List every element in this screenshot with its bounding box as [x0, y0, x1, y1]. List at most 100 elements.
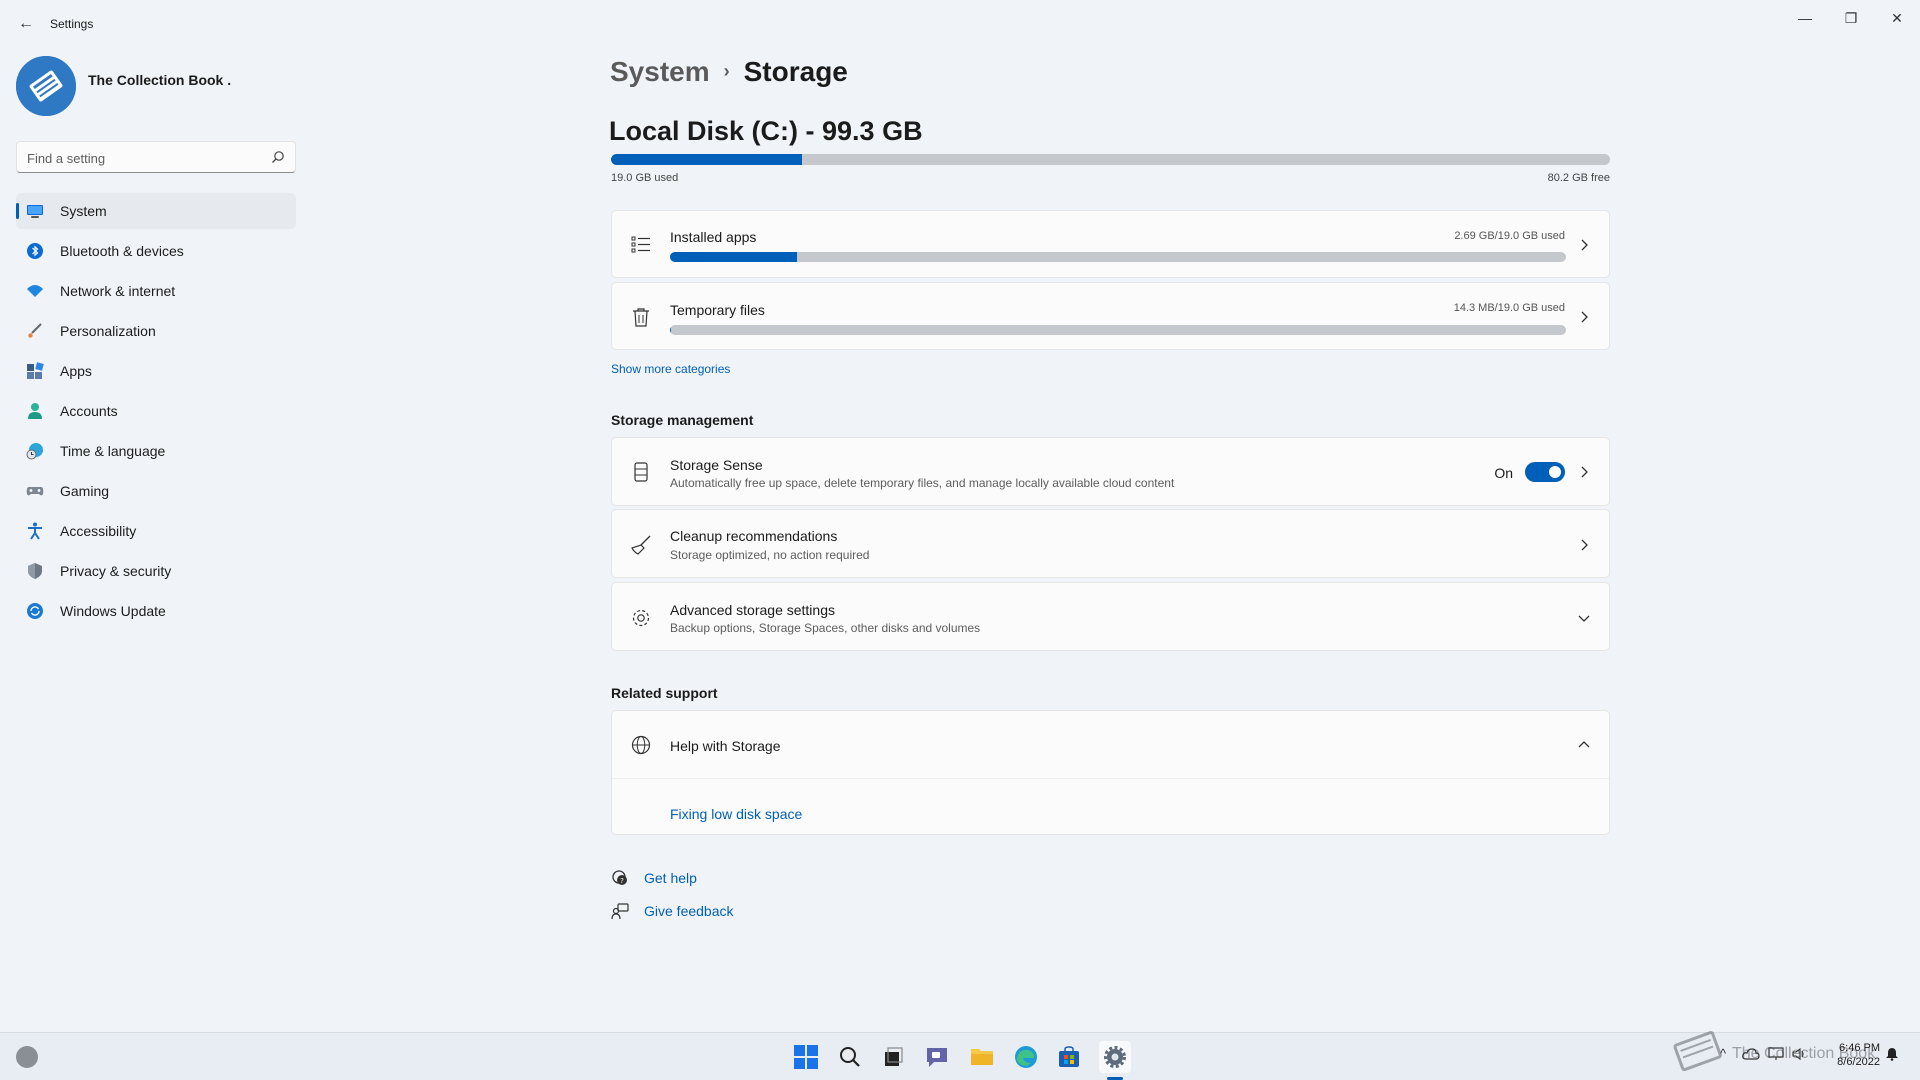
show-more-categories-link[interactable]: Show more categories — [611, 362, 730, 376]
sidebar-item-label: Gaming — [60, 483, 110, 499]
wifi-icon — [27, 285, 43, 297]
teams-chat-button[interactable] — [921, 1041, 953, 1073]
search-box[interactable] — [16, 141, 296, 173]
breadcrumb-parent[interactable]: System — [610, 56, 710, 87]
installed-apps-card[interactable]: Installed apps 2.69 GB/19.0 GB used — [611, 210, 1610, 278]
sidebar-item-bluetooth[interactable]: Bluetooth & devices — [16, 233, 296, 269]
profile-name: The Collection Book . — [88, 72, 232, 88]
sidebar-item-apps[interactable]: Apps — [16, 353, 296, 389]
page-title: Storage — [743, 56, 848, 87]
category-title: Temporary files — [670, 302, 765, 318]
category-title: Installed apps — [670, 229, 757, 245]
storage-sense-state: On — [1494, 465, 1513, 481]
gamepad-icon — [26, 487, 44, 496]
sidebar-item-gaming[interactable]: Gaming — [16, 473, 296, 509]
search-input[interactable] — [27, 149, 257, 167]
breadcrumb: System › Storage — [610, 56, 848, 88]
sidebar-item-time-language[interactable]: Time & language — [16, 433, 296, 469]
sidebar-item-personalization[interactable]: Personalization — [16, 313, 296, 349]
category-usage-bar — [670, 325, 1566, 335]
show-hidden-icons-chevron[interactable]: ^ — [1720, 1046, 1726, 1061]
sidebar-item-accessibility[interactable]: Accessibility — [16, 513, 296, 549]
category-usage: 14.3 MB/19.0 GB used — [1453, 302, 1565, 314]
advanced-storage-settings-card[interactable]: Advanced storage settings Backup options… — [611, 582, 1610, 651]
temporary-files-card[interactable]: Temporary files 14.3 MB/19.0 GB used — [611, 282, 1610, 350]
trash-icon — [633, 308, 649, 327]
store-icon — [1059, 1046, 1079, 1067]
category-usage-fill — [670, 325, 672, 335]
sidebar-item-network[interactable]: Network & internet — [16, 273, 296, 309]
related-support-heading: Related support — [611, 685, 718, 701]
start-button[interactable] — [790, 1041, 822, 1073]
broom-icon — [631, 535, 651, 555]
cleanup-recommendations-card[interactable]: Cleanup recommendations Storage optimize… — [611, 509, 1610, 578]
notification-bell-icon[interactable] — [1885, 1047, 1899, 1061]
help-with-storage-card: Help with Storage Fixing low disk space — [611, 710, 1610, 835]
edge-browser-button[interactable] — [1010, 1041, 1042, 1073]
disk-free-label: 80.2 GB free — [1547, 172, 1610, 184]
person-icon — [28, 403, 42, 419]
chevron-down-icon[interactable] — [1577, 611, 1591, 625]
sidebar-item-label: Personalization — [60, 323, 156, 339]
category-usage-bar — [670, 252, 1566, 262]
sidebar-item-accounts[interactable]: Accounts — [16, 393, 296, 429]
apps-icon — [27, 362, 44, 379]
help-with-storage-title[interactable]: Help with Storage — [670, 738, 781, 754]
cloud-icon[interactable] — [1742, 1047, 1760, 1061]
get-help-link[interactable]: Get help — [644, 870, 697, 886]
category-usage: 2.69 GB/19.0 GB used — [1454, 230, 1565, 242]
user-profile[interactable]: The Collection Book . — [16, 56, 296, 120]
settings-app-button[interactable] — [1099, 1041, 1131, 1073]
clock[interactable]: 6:46 PM 8/6/2022 — [1810, 1041, 1880, 1069]
bluetooth-icon — [27, 243, 43, 259]
minimize-button[interactable]: — — [1782, 4, 1828, 32]
help-chat-icon: ? — [612, 870, 627, 885]
edge-icon — [1015, 1046, 1037, 1068]
search-icon[interactable] — [271, 150, 285, 164]
sidebar-nav: System Bluetooth & devices Network & int… — [16, 193, 296, 633]
storage-sense-toggle[interactable] — [1525, 462, 1565, 482]
chat-icon — [927, 1048, 947, 1067]
breadcrumb-separator: › — [723, 61, 730, 81]
chevron-right-icon — [1581, 239, 1588, 251]
chevron-right-icon — [1581, 539, 1588, 551]
advanced-storage-subtitle: Backup options, Storage Spaces, other di… — [670, 621, 981, 635]
file-explorer-button[interactable] — [966, 1041, 998, 1073]
help-link-row: Fixing low disk space — [612, 779, 1609, 835]
network-icon[interactable] — [1768, 1047, 1784, 1061]
taskbar-search-button[interactable] — [834, 1041, 866, 1073]
give-feedback-link[interactable]: Give feedback — [644, 903, 734, 919]
cleanup-subtitle: Storage optimized, no action required — [670, 548, 870, 562]
sidebar-item-label: System — [60, 203, 107, 219]
volume-icon[interactable] — [1792, 1047, 1808, 1061]
back-button[interactable]: ← — [14, 12, 38, 36]
close-button[interactable]: ✕ — [1874, 4, 1920, 32]
taskbar — [0, 1032, 1920, 1080]
search-icon — [840, 1047, 860, 1067]
drive-icon — [634, 462, 648, 482]
microsoft-store-button[interactable] — [1053, 1041, 1085, 1073]
sidebar-item-privacy[interactable]: Privacy & security — [16, 553, 296, 589]
task-view-button[interactable] — [877, 1041, 909, 1073]
gear-icon — [1104, 1046, 1126, 1068]
clock-time: 6:46 PM — [1839, 1042, 1880, 1054]
sidebar-item-system[interactable]: System — [16, 193, 296, 229]
chevron-up-icon[interactable] — [1577, 738, 1591, 752]
advanced-storage-title: Advanced storage settings — [670, 602, 835, 618]
fixing-low-disk-space-link[interactable]: Fixing low disk space — [670, 806, 802, 822]
disk-usage-fill — [611, 154, 802, 165]
avatar — [16, 56, 76, 116]
gear-icon — [632, 609, 650, 627]
sidebar-item-windows-update[interactable]: Windows Update — [16, 593, 296, 629]
storage-sense-card[interactable]: Storage Sense Automatically free up spac… — [611, 437, 1610, 506]
task-view-icon — [885, 1047, 903, 1066]
shield-icon — [28, 563, 42, 579]
globe-icon — [631, 735, 651, 755]
widgets-icon[interactable] — [16, 1046, 38, 1068]
restore-button[interactable]: ❐ — [1828, 4, 1874, 32]
category-usage-fill — [670, 252, 798, 262]
sidebar-item-label: Bluetooth & devices — [60, 243, 184, 259]
disk-title: Local Disk (C:) - 99.3 GB — [609, 116, 923, 146]
disk-usage-bar — [611, 154, 1610, 165]
chevron-right-icon — [1581, 311, 1588, 323]
